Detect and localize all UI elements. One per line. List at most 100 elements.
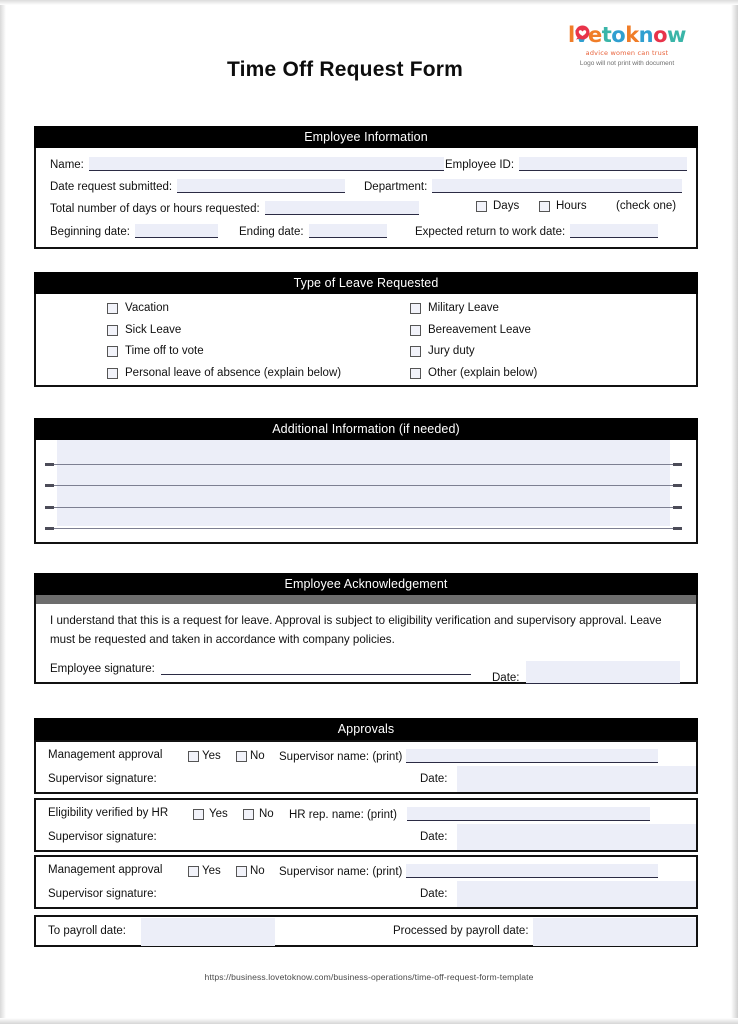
employee-signature-input[interactable] [160, 661, 471, 675]
approval-2-yes-checkbox[interactable] [193, 808, 204, 820]
name-input[interactable] [88, 157, 444, 171]
approval-1-name-input[interactable] [406, 749, 659, 763]
bereavement-leave-checkbox[interactable] [410, 324, 421, 336]
approval-2-no-checkbox[interactable] [243, 808, 254, 820]
leave-option-jury-duty[interactable]: Jury duty [410, 345, 475, 357]
approval-1-yes-label: Yes [202, 750, 221, 762]
logo-letter-k: k [625, 23, 639, 47]
to-payroll-row: To payroll date: [48, 925, 126, 937]
field-row-date-submitted: Date request submitted: [50, 179, 346, 193]
vacation-checkbox[interactable] [107, 302, 118, 314]
other-checkbox[interactable] [410, 367, 421, 379]
to-payroll-date-input[interactable] [141, 918, 275, 946]
leave-option-label: Bereavement Leave [428, 324, 531, 336]
processed-payroll-row: Processed by payroll date: [393, 925, 529, 937]
approval-3-name-input[interactable] [406, 864, 659, 878]
approval-3-yes-group[interactable]: Yes [188, 865, 221, 877]
ending-date-label: Ending date: [239, 226, 304, 238]
additional-info-line-1 [45, 462, 682, 467]
footer-url[interactable]: https://business.lovetoknow.com/business… [0, 972, 738, 982]
additional-info-line-4 [45, 526, 682, 531]
ending-date-input[interactable] [308, 224, 387, 238]
approval-1-date-input[interactable] [457, 766, 696, 792]
field-row-employee-signature: Employee signature: [50, 661, 471, 675]
leave-option-time-off-to-vote[interactable]: Time off to vote [107, 345, 204, 357]
hours-checkbox-group: Hours [539, 200, 587, 212]
leave-option-other[interactable]: Other (explain below) [410, 367, 537, 379]
approval-3-date-label: Date: [420, 888, 448, 900]
approval-1-yes-group[interactable]: Yes [188, 750, 221, 762]
approval-1-no-label: No [250, 750, 265, 762]
approval-3-no-label: No [250, 865, 265, 877]
page-edge-left [0, 0, 6, 1024]
approval-3-date-row: Date: [420, 888, 448, 900]
days-checkbox[interactable] [476, 200, 487, 212]
total-days-label: Total number of days or hours requested: [50, 203, 260, 215]
personal-leave-checkbox[interactable] [107, 367, 118, 379]
leave-option-military-leave[interactable]: Military Leave [410, 302, 499, 314]
approval-3-yes-checkbox[interactable] [188, 865, 199, 877]
days-checkbox-label: Days [493, 200, 520, 212]
section-heading-approvals: Approvals [34, 718, 698, 740]
approval-3-no-checkbox[interactable] [236, 865, 247, 877]
approval-2-date-row: Date: [420, 831, 448, 843]
department-input[interactable] [432, 179, 683, 193]
approval-1-yes-checkbox[interactable] [188, 750, 199, 762]
approval-2-date-input[interactable] [457, 824, 696, 850]
approval-2-yes-label: Yes [209, 808, 228, 820]
beginning-date-label: Beginning date: [50, 226, 130, 238]
beginning-date-input[interactable] [134, 224, 218, 238]
approval-block-3: Management approval Yes No Supervisor na… [34, 855, 698, 909]
employee-id-input[interactable] [519, 157, 688, 171]
logo-letter-e: e [587, 23, 602, 47]
logo-wordmark: lvetoknow [552, 24, 702, 48]
approval-2-name-input[interactable] [407, 807, 651, 821]
form-page: lvetoknow advice women can trust Logo wi… [0, 0, 738, 1024]
approval-1-no-group[interactable]: No [236, 750, 265, 762]
section-heading-additional-information: Additional Information (if needed) [34, 418, 698, 440]
approval-1-label: Management approval [48, 749, 163, 761]
jury-duty-checkbox[interactable] [410, 345, 421, 357]
approval-1-no-checkbox[interactable] [236, 750, 247, 762]
approval-1-signature-label: Supervisor signature: [48, 773, 157, 785]
logo-letter-t: t [601, 23, 612, 47]
leave-option-vacation[interactable]: Vacation [107, 302, 169, 314]
approval-2-no-label: No [259, 808, 274, 820]
additional-info-textarea[interactable] [57, 440, 670, 526]
date-submitted-input[interactable] [177, 179, 346, 193]
hours-checkbox[interactable] [539, 200, 550, 212]
approval-3-no-group[interactable]: No [236, 865, 265, 877]
approval-3-date-input[interactable] [457, 881, 696, 907]
approval-3-label: Management approval [48, 864, 163, 876]
approval-2-no-group[interactable]: No [243, 808, 274, 820]
total-days-input[interactable] [264, 201, 419, 215]
employee-signature-label: Employee signature: [50, 663, 155, 675]
employee-id-label: Employee ID: [445, 159, 515, 171]
section-body-employee-information: Name: Employee ID: Date request submitte… [34, 148, 698, 249]
field-row-beginning-date: Beginning date: [50, 224, 218, 238]
field-row-ending-date: Ending date: [239, 224, 387, 238]
approval-block-1: Management approval Yes No Supervisor na… [34, 740, 698, 794]
approval-2-label: Eligibility verified by HR [48, 807, 169, 819]
expected-return-label: Expected return to work date: [415, 226, 566, 238]
date-submitted-label: Date request submitted: [50, 181, 173, 193]
page-edge-top [0, 0, 738, 5]
field-row-expected-return: Expected return to work date: [415, 224, 659, 238]
military-leave-checkbox[interactable] [410, 302, 421, 314]
processed-payroll-date-input[interactable] [533, 918, 696, 946]
time-off-to-vote-checkbox[interactable] [107, 345, 118, 357]
approval-2-signature-label: Supervisor signature: [48, 831, 157, 843]
leave-option-personal-leave[interactable]: Personal leave of absence (explain below… [107, 367, 341, 379]
approval-2-yes-group[interactable]: Yes [193, 808, 228, 820]
section-body-additional-information [34, 440, 698, 544]
logo-tagline: advice women can trust [585, 49, 669, 57]
logo-letter-o3: o [653, 23, 668, 47]
leave-option-bereavement-leave[interactable]: Bereavement Leave [410, 324, 531, 336]
sick-leave-checkbox[interactable] [107, 324, 118, 336]
section-heading-employee-information: Employee Information [34, 126, 698, 148]
section-additional-information: Additional Information (if needed) [34, 418, 698, 544]
acknowledgement-date-input[interactable] [525, 661, 680, 684]
acknowledgement-text: I understand that this is a request for … [50, 614, 662, 646]
leave-option-sick-leave[interactable]: Sick Leave [107, 324, 181, 336]
expected-return-input[interactable] [570, 224, 659, 238]
